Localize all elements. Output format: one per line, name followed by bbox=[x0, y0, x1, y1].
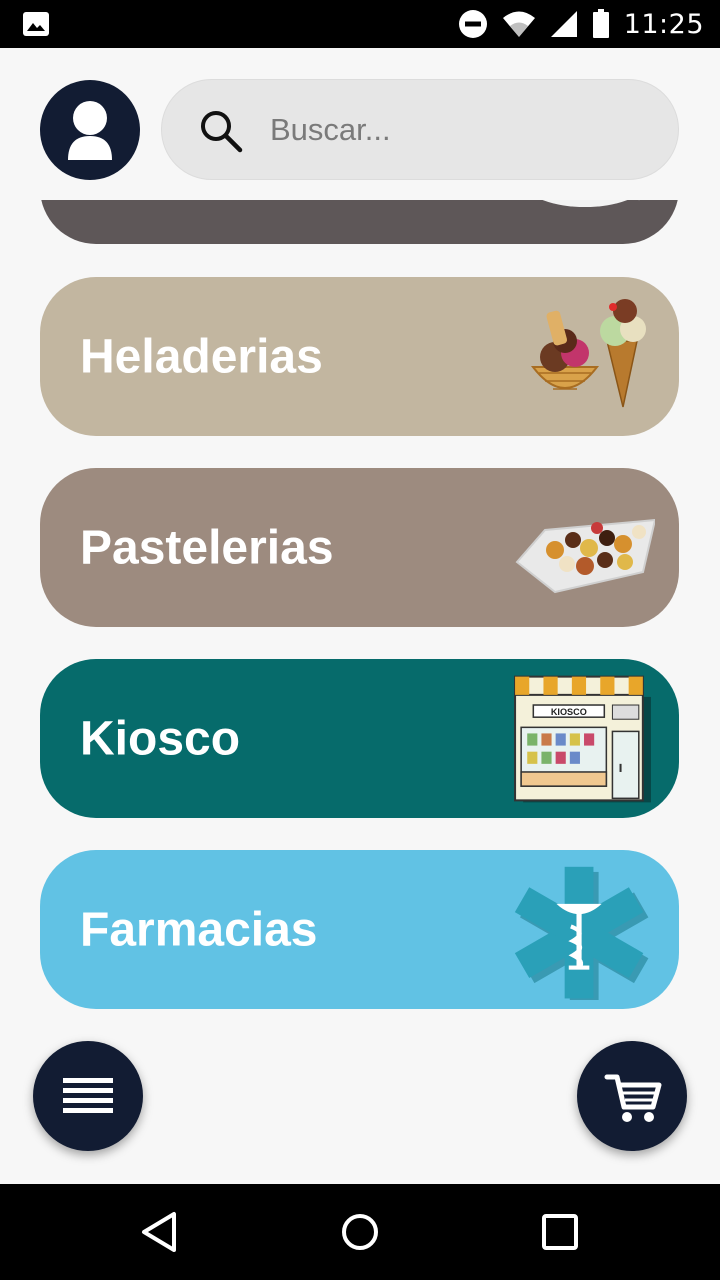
status-bar: 11:25 bbox=[0, 0, 720, 48]
search-icon[interactable] bbox=[198, 108, 244, 154]
pharmacy-star-image bbox=[514, 866, 649, 1000]
header bbox=[0, 48, 720, 200]
recents-icon[interactable] bbox=[536, 1208, 584, 1256]
image-icon bbox=[23, 12, 49, 36]
category-label: Kiosco bbox=[80, 712, 241, 765]
system-nav-bar bbox=[0, 1184, 720, 1280]
category-card-kiosco[interactable]: Kiosco KIOSCO bbox=[40, 659, 679, 818]
home-icon[interactable] bbox=[336, 1208, 384, 1256]
status-icons: 11:25 bbox=[458, 0, 704, 48]
kiosk-image: KIOSCO bbox=[514, 675, 651, 803]
menu-button[interactable] bbox=[33, 1041, 143, 1151]
status-time: 11:25 bbox=[623, 8, 704, 40]
kiosk-sign-text: KIOSCO bbox=[551, 707, 587, 717]
category-card-heladerias[interactable]: Heladerias bbox=[40, 277, 679, 436]
dnd-icon bbox=[458, 10, 487, 38]
cart-icon bbox=[604, 1074, 662, 1122]
category-label: Pastelerias bbox=[80, 521, 334, 574]
pastry-tray-image bbox=[515, 518, 655, 594]
back-icon[interactable] bbox=[136, 1208, 184, 1256]
menu-icon bbox=[63, 1078, 113, 1113]
category-card-farmacias[interactable]: Farmacias bbox=[40, 850, 679, 1009]
ice-cream-image bbox=[530, 299, 646, 408]
search-input[interactable] bbox=[270, 104, 650, 156]
signal-icon bbox=[550, 11, 577, 37]
profile-avatar-button[interactable] bbox=[40, 80, 140, 180]
category-label: Heladerias bbox=[80, 330, 323, 383]
category-list[interactable]: Heladerias Pastelerias Kiosco KIOSCO Far… bbox=[0, 200, 720, 1030]
cart-button[interactable] bbox=[577, 1041, 687, 1151]
battery-icon bbox=[592, 9, 609, 38]
coffee-cup-image bbox=[542, 200, 643, 207]
wifi-icon bbox=[502, 11, 535, 37]
search-bar[interactable] bbox=[161, 79, 679, 180]
category-card-pastelerias[interactable]: Pastelerias bbox=[40, 468, 679, 627]
category-label: Farmacias bbox=[80, 903, 318, 956]
user-icon bbox=[68, 101, 112, 160]
category-card-coffee[interactable] bbox=[40, 200, 679, 244]
